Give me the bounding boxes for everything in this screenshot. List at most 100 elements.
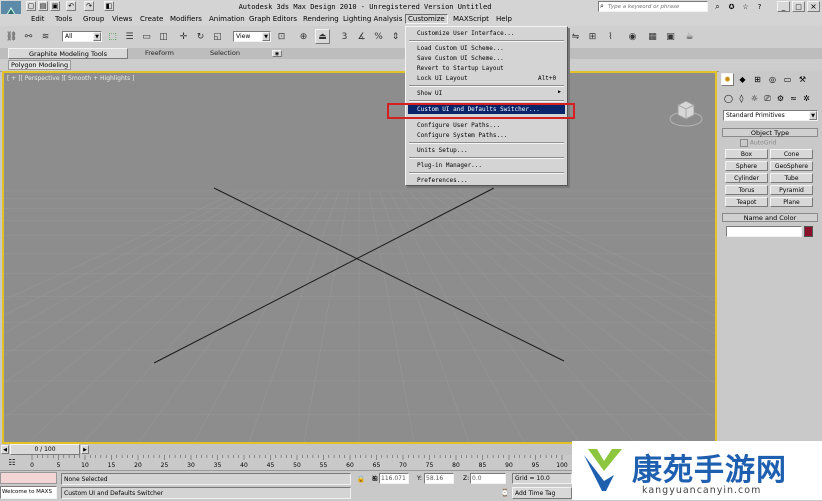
time-slider-thumb[interactable]: 0 / 100: [10, 444, 80, 455]
select-rotate-icon[interactable]: ↻: [193, 29, 208, 44]
cylinder-button[interactable]: Cylinder: [725, 173, 768, 183]
menu-maxscript[interactable]: MAXScript: [451, 15, 491, 23]
category-dropdown[interactable]: Standard Primitives ▼: [723, 110, 818, 121]
align-icon[interactable]: ⊞: [585, 29, 600, 44]
menu-item-revert-layout[interactable]: Revert to Startup Layout: [417, 65, 504, 72]
object-name-input[interactable]: [726, 226, 802, 237]
plane-button[interactable]: Plane: [770, 197, 813, 207]
autogrid-checkbox[interactable]: AutoGrid: [740, 139, 776, 147]
mini-curve-editor-icon[interactable]: ☷: [5, 456, 19, 469]
help-icon[interactable]: ?: [754, 1, 765, 12]
menu-lighting-analysis[interactable]: Lighting Analysis: [341, 15, 404, 23]
menu-animation[interactable]: Animation: [207, 15, 247, 23]
menu-rendering[interactable]: Rendering: [301, 15, 341, 23]
sphere-button[interactable]: Sphere: [725, 161, 768, 171]
menu-help[interactable]: Help: [494, 15, 514, 23]
z-coord-field[interactable]: 0.0: [470, 473, 506, 484]
time-prev-icon[interactable]: ◀: [1, 445, 9, 454]
window-crossing-icon[interactable]: ◫: [156, 29, 171, 44]
modify-tab-icon[interactable]: ◆: [736, 73, 749, 86]
subscription-icon[interactable]: ✪: [726, 1, 737, 12]
ribbon-options-icon[interactable]: ◉: [272, 50, 282, 57]
maxscript-mini-listener[interactable]: Welcome to MAXS: [0, 472, 57, 500]
hierarchy-tab-icon[interactable]: ⊞: [751, 73, 764, 86]
box-button[interactable]: Box: [725, 149, 768, 159]
menu-item-plugin-manager[interactable]: Plug-in Manager...: [417, 162, 482, 169]
lock-selection-icon[interactable]: 🔒: [356, 474, 366, 484]
undo-icon[interactable]: ↶: [66, 1, 76, 11]
select-scale-icon[interactable]: ◱: [210, 29, 225, 44]
material-editor-icon[interactable]: ◉: [625, 29, 640, 44]
menu-item-preferences[interactable]: Preferences...: [417, 177, 468, 184]
search-button-icon[interactable]: ⌕: [712, 1, 723, 12]
select-object-icon[interactable]: ⬚: [105, 29, 120, 44]
menu-tools[interactable]: Tools: [53, 15, 74, 23]
maximize-button[interactable]: □: [792, 1, 805, 12]
menu-edit[interactable]: Edit: [29, 15, 47, 23]
viewcube-icon[interactable]: [668, 93, 704, 129]
menu-graph-editors[interactable]: Graph Editors: [247, 15, 299, 23]
curve-editor-icon[interactable]: ⌇: [603, 29, 618, 44]
menu-item-show-ui[interactable]: Show UI: [417, 90, 442, 97]
panel-polygon-modeling[interactable]: Polygon Modeling: [8, 60, 72, 70]
rectangular-selection-icon[interactable]: ▭: [139, 29, 154, 44]
shapes-icon[interactable]: ◊: [736, 93, 747, 104]
name-and-color-rollout-header[interactable]: Name and Color: [722, 213, 818, 222]
object-type-rollout-header[interactable]: Object Type: [722, 128, 818, 137]
pivot-center-icon[interactable]: ⊡: [274, 29, 289, 44]
helpers-icon[interactable]: ⚙: [775, 93, 786, 104]
select-manipulate-icon[interactable]: ⊕: [296, 29, 311, 44]
torus-button[interactable]: Torus: [725, 185, 768, 195]
geosphere-button[interactable]: GeoSphere: [770, 161, 813, 171]
save-file-icon[interactable]: ▣: [50, 1, 60, 11]
selection-filter-dropdown[interactable]: All ▼: [62, 31, 102, 42]
cone-button[interactable]: Cone: [770, 149, 813, 159]
maxscript-input[interactable]: Welcome to MAXS: [0, 486, 57, 499]
bind-spacewarp-icon[interactable]: ≋: [38, 29, 53, 44]
create-tab-icon[interactable]: ✹: [721, 73, 734, 86]
y-coord-field[interactable]: 58.16: [424, 473, 454, 484]
time-tag-icon[interactable]: ⌚: [500, 487, 510, 498]
render-setup-icon[interactable]: ▦: [645, 29, 660, 44]
render-teapot-icon[interactable]: ☕: [682, 29, 697, 44]
utilities-tab-icon[interactable]: ⚒: [796, 73, 809, 86]
close-button[interactable]: ×: [807, 1, 820, 12]
menu-item-units-setup[interactable]: Units Setup...: [417, 147, 468, 154]
viewport-label[interactable]: [ + ][ Perspective ][ Smooth + Highlight…: [7, 75, 134, 82]
track-bar[interactable]: ☷ 0 5 10 15 20 25 30 35 40 45 50 55 60 65 70 75 80 85 90 95…: [0, 455, 580, 470]
angle-snap-icon[interactable]: ∡: [354, 29, 369, 44]
cameras-icon[interactable]: ⎚: [762, 93, 773, 104]
minimize-button[interactable]: _: [777, 1, 790, 12]
hold-icon[interactable]: ◧: [104, 1, 114, 11]
search-input[interactable]: [608, 2, 706, 11]
menu-create[interactable]: Create: [138, 15, 165, 23]
menu-item-lock-ui[interactable]: Lock UI Layout: [417, 75, 468, 82]
open-file-icon[interactable]: ▤: [38, 1, 48, 11]
space-warps-icon[interactable]: ≈: [788, 93, 799, 104]
search-field[interactable]: ⌕: [598, 1, 708, 12]
menu-item-save-scheme[interactable]: Save Custom UI Scheme...: [417, 55, 504, 62]
menu-item-user-paths[interactable]: Configure User Paths...: [417, 122, 500, 129]
tab-selection[interactable]: Selection: [210, 49, 240, 57]
geometry-icon[interactable]: ◯: [723, 93, 734, 104]
tab-graphite-modeling-tools[interactable]: Graphite Modeling Tools: [8, 48, 128, 59]
unlink-icon[interactable]: ⚯: [21, 29, 36, 44]
time-next-icon[interactable]: ▶: [81, 445, 89, 454]
menu-modifiers[interactable]: Modifiers: [168, 15, 204, 23]
object-color-swatch[interactable]: [804, 226, 813, 237]
menu-item-system-paths[interactable]: Configure System Paths...: [417, 132, 507, 139]
menu-item-customize-ui[interactable]: Customize User Interface...: [417, 30, 515, 37]
systems-icon[interactable]: ✲: [801, 93, 812, 104]
select-by-name-icon[interactable]: ☰: [122, 29, 137, 44]
x-coord-field[interactable]: 116.071: [379, 473, 409, 484]
select-move-icon[interactable]: ✛: [176, 29, 191, 44]
add-time-tag-button[interactable]: Add Time Tag: [512, 487, 572, 499]
perspective-viewport[interactable]: [ + ][ Perspective ][ Smooth + Highlight…: [2, 71, 717, 444]
menu-item-load-scheme[interactable]: Load Custom UI Scheme...: [417, 45, 504, 52]
tab-freeform[interactable]: Freeform: [145, 49, 174, 57]
keyboard-shortcut-icon[interactable]: ⏏: [315, 29, 330, 44]
motion-tab-icon[interactable]: ◎: [766, 73, 779, 86]
display-tab-icon[interactable]: ▭: [781, 73, 794, 86]
teapot-button[interactable]: Teapot: [725, 197, 768, 207]
help-star-icon[interactable]: ☆: [740, 1, 751, 12]
